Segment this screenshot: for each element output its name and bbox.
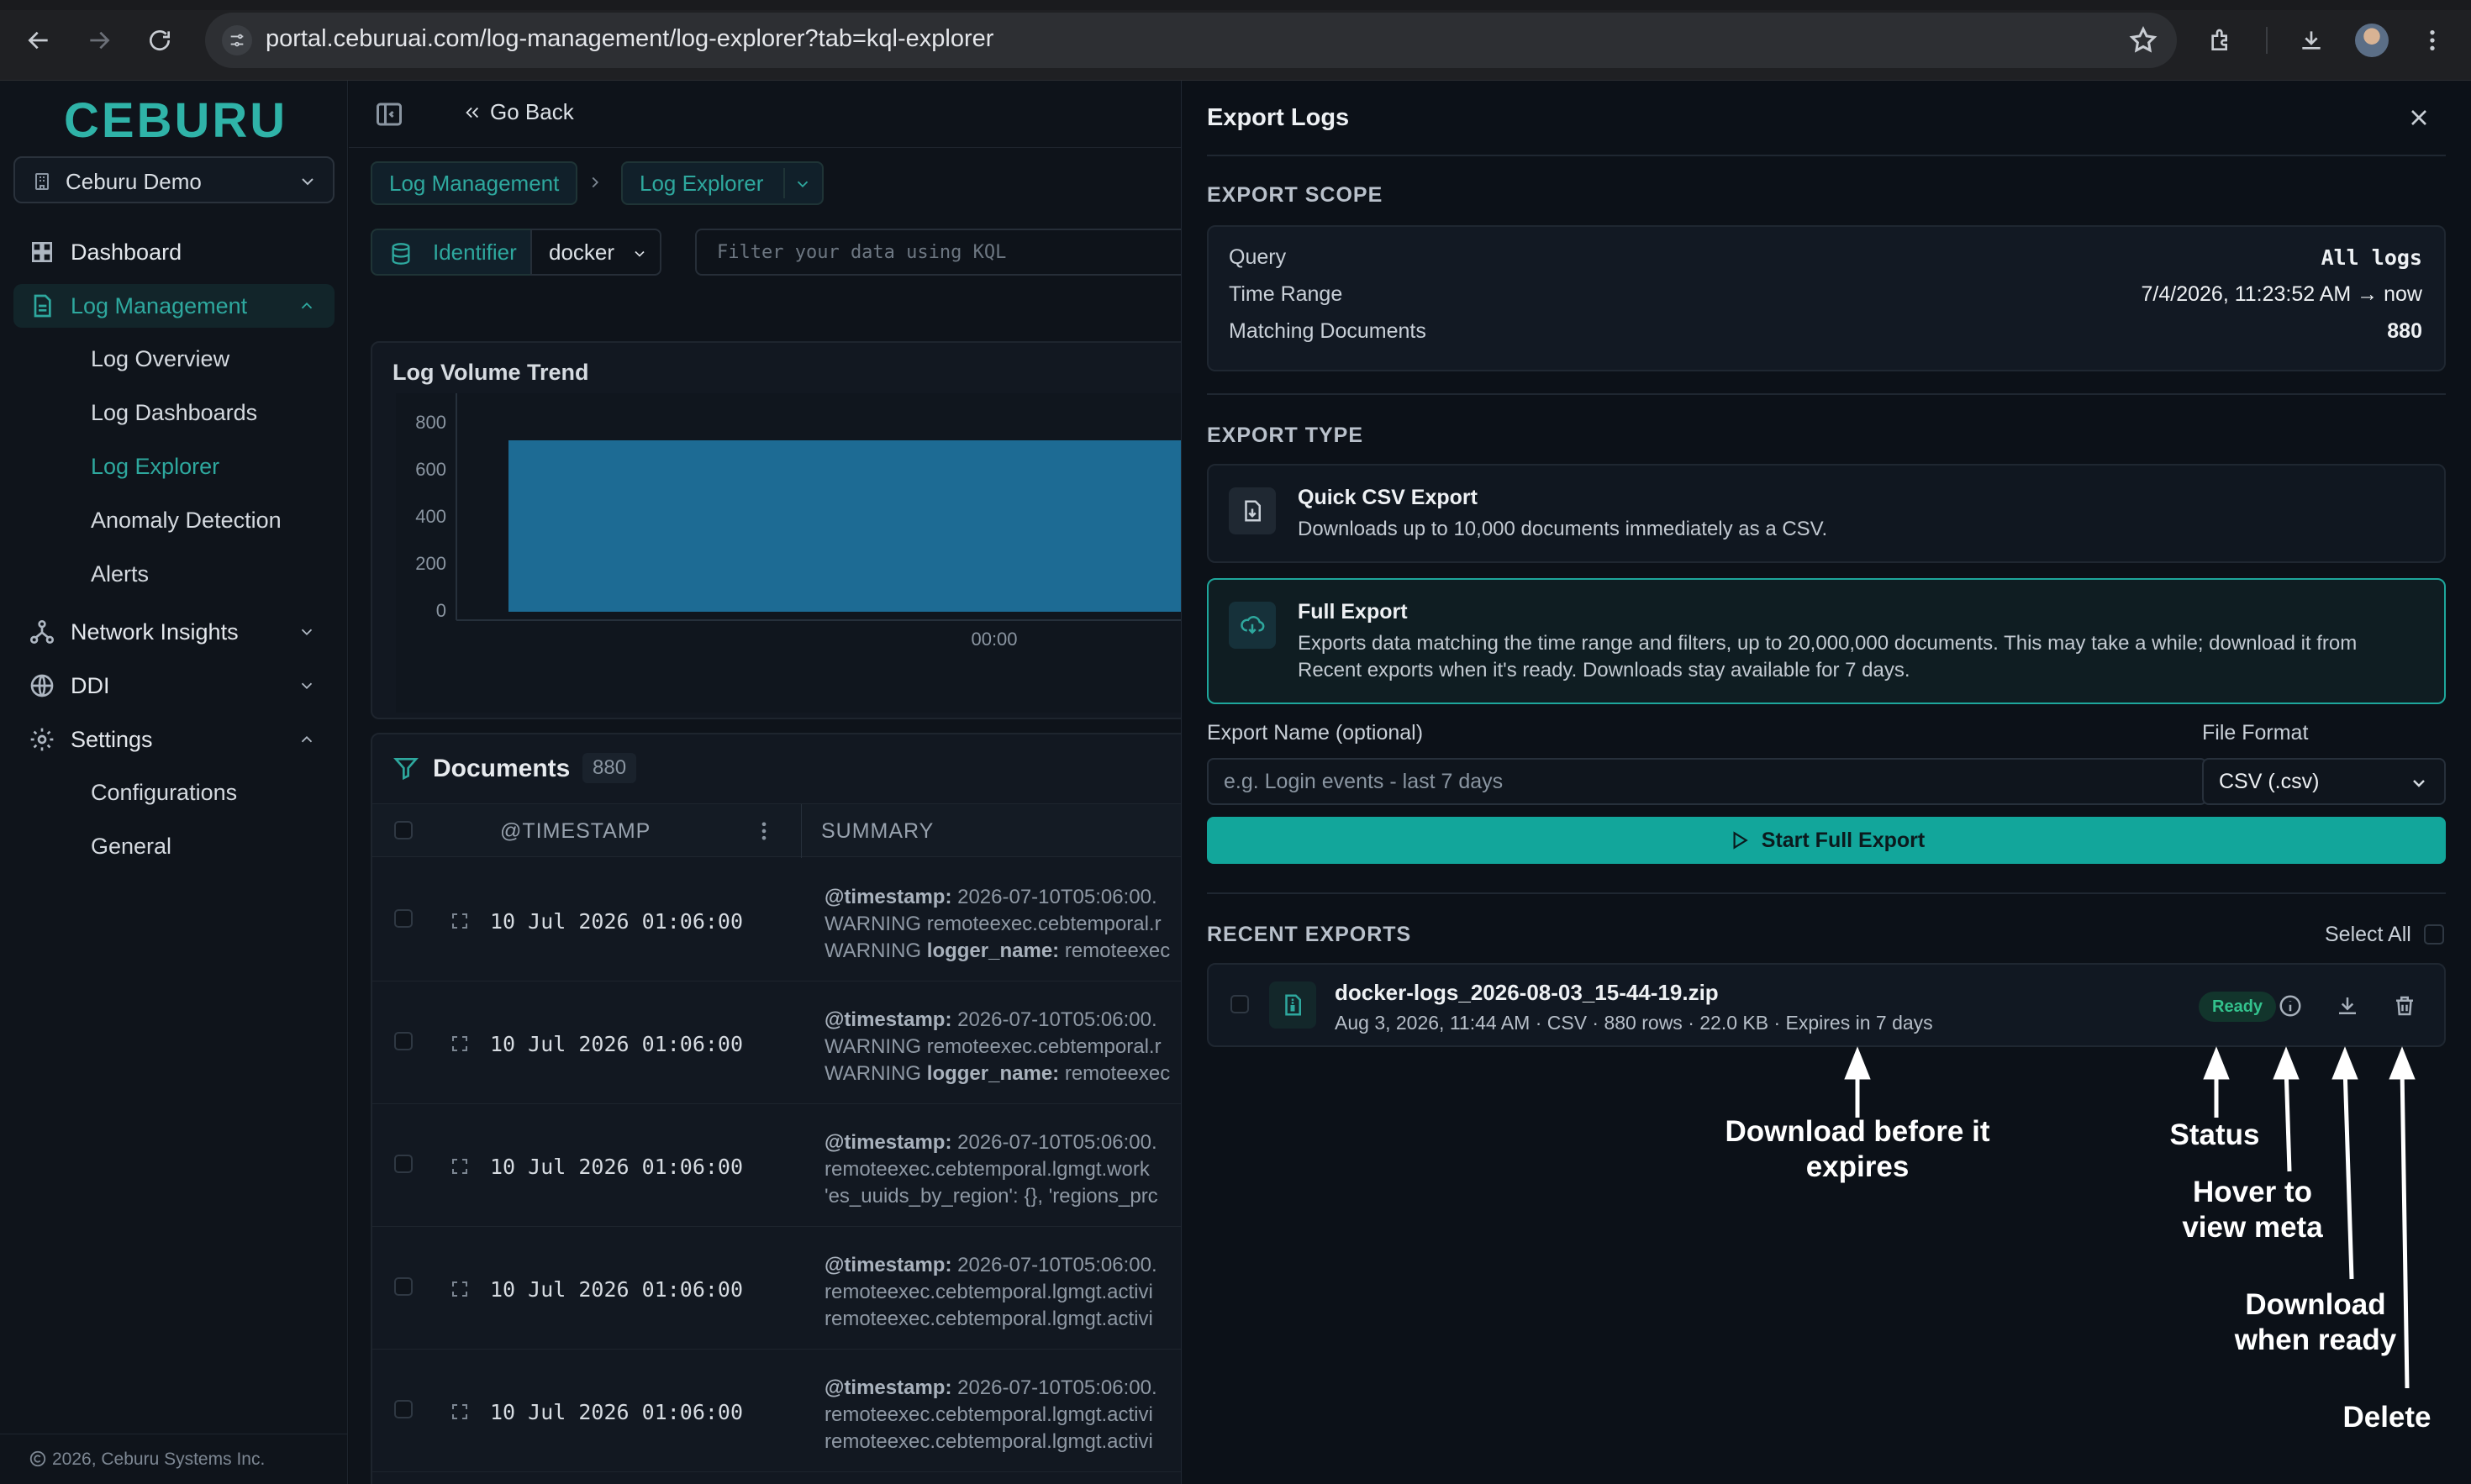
arrowhead — [1844, 1046, 1871, 1080]
annotation-hover-meta: Hover to view meta — [2182, 1176, 2323, 1244]
annotation-download-ready: Download when ready — [2234, 1288, 2397, 1356]
annotation-arrows — [1844, 1046, 2416, 1389]
arrowhead — [2389, 1046, 2416, 1080]
arrow-hover-meta — [2284, 1066, 2292, 1172]
arrowhead — [2331, 1046, 2358, 1080]
arrowhead — [2273, 1046, 2300, 1080]
annotation-download-expire: Download before it expires — [1725, 1115, 1990, 1183]
annotation-delete: Delete — [2342, 1401, 2431, 1434]
annotation-status: Status — [2169, 1118, 2260, 1151]
arrow-download-ready — [2342, 1066, 2354, 1280]
arrowhead — [2203, 1046, 2230, 1080]
